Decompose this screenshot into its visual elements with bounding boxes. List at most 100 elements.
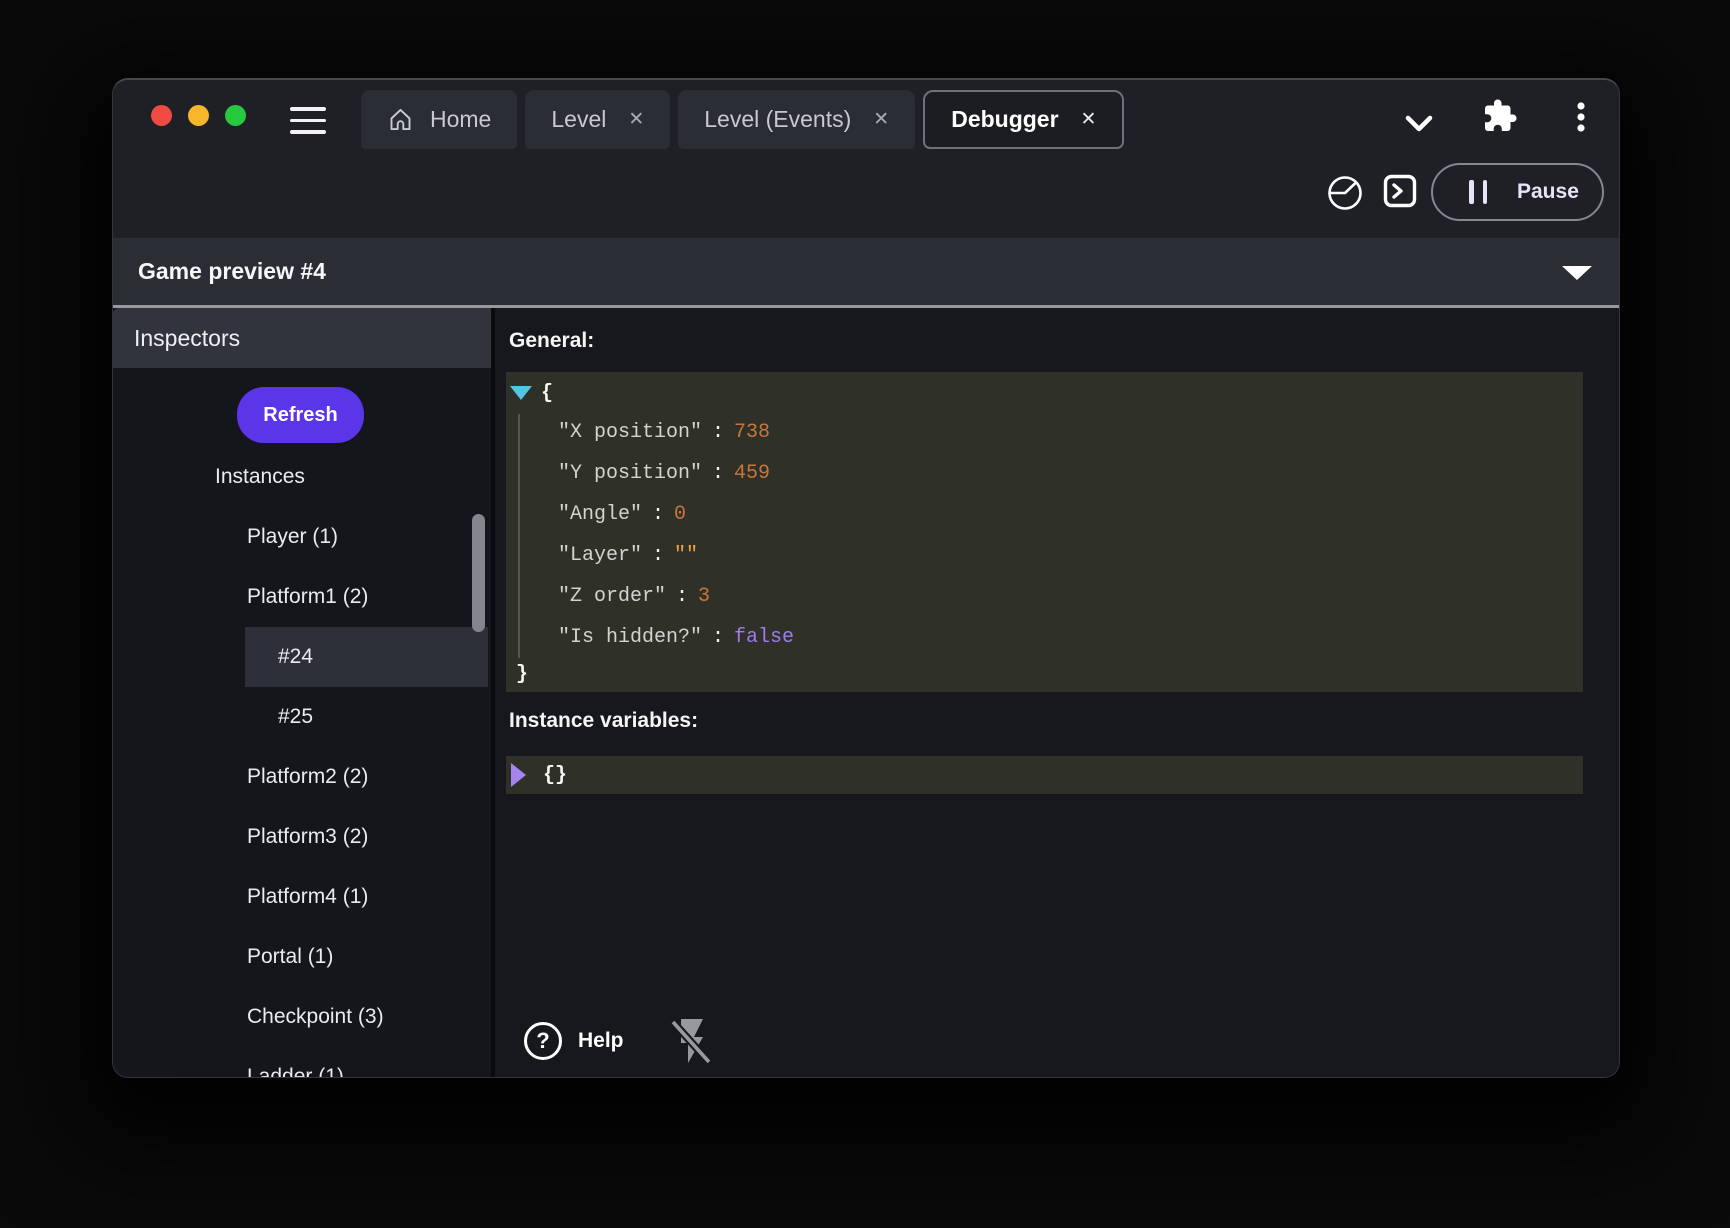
json-property-row: "Angle" : 0 [506,494,1583,535]
instances-tree-item-platform1-2[interactable]: Platform1 (2) [113,567,491,627]
json-property-row: "X position" : 738 [506,412,1583,453]
json-key: "Layer" [558,544,642,567]
json-value: 459 [734,462,770,485]
tab-bar: Home Level ✕ Level (Events) ✕ Debugger ✕ [361,90,1124,149]
json-value: 3 [698,585,710,608]
instance-variables-label: Instance variables: [509,708,1619,734]
instances-tree-item-24[interactable]: #24 [113,627,491,687]
instance-variables-viewer: {} [506,756,1583,794]
tab-label: Home [430,106,491,133]
debugger-content: Inspectors Refresh Instances Player (1) … [113,308,1619,1077]
zoom-window-button[interactable] [225,105,246,126]
instances-tree-item-label: Instances [215,465,305,489]
tab-level[interactable]: Level ✕ [525,90,670,149]
close-brace: } [516,663,528,686]
json-key: "Y position" [558,462,702,485]
json-value: 738 [734,421,770,444]
flash-off-icon[interactable] [664,1015,716,1067]
instances-tree-item-portal-1[interactable]: Portal (1) [113,927,491,987]
close-tab-icon[interactable]: ✕ [1081,108,1097,131]
close-window-button[interactable] [151,105,172,126]
instances-tree-item-platform2-2[interactable]: Platform2 (2) [113,747,491,807]
general-json-rows: "X position" : 738 "Y position" : 459 "A… [506,412,1583,658]
open-brace: { [541,382,553,405]
inspectors-sidebar: Inspectors Refresh Instances Player (1) … [113,308,491,1077]
home-icon [387,106,414,133]
help-label: Help [578,1029,624,1053]
instance-variables-value: {} [543,764,567,787]
instances-tree: Instances Player (1) Platform1 (2) #24 #… [113,447,491,1077]
instances-tree-item-label: Platform4 (1) [247,885,368,909]
tab-level-events[interactable]: Level (Events) ✕ [678,90,915,149]
json-separator: : [642,503,674,526]
extensions-icon[interactable] [1482,98,1518,134]
json-separator: : [642,544,674,567]
app-window: Home Level ✕ Level (Events) ✕ Debugger ✕ [112,78,1620,1078]
json-value: 0 [674,503,686,526]
debugger-toolbar: Pause [113,149,1619,238]
pause-button[interactable]: Pause [1431,163,1604,221]
pause-button-label: Pause [1517,180,1579,204]
main-menu-icon[interactable] [290,107,326,134]
console-icon[interactable] [1383,174,1417,208]
json-separator: : [702,421,734,444]
close-tab-icon[interactable]: ✕ [873,108,889,131]
general-section-label: General: [509,328,1619,354]
instances-tree-item-label: Platform3 (2) [247,825,368,849]
tab-label: Level (Events) [704,106,851,133]
inspectors-header-label: Inspectors [134,325,240,352]
json-value: "" [674,544,698,567]
profiler-icon[interactable] [1326,174,1364,212]
help-icon[interactable]: ? [524,1022,562,1060]
instances-tree-item-25[interactable]: #25 [113,687,491,747]
tab-home[interactable]: Home [361,90,517,149]
instances-tree-item-label: #25 [278,705,313,729]
more-options-icon[interactable] [1569,100,1593,134]
instances-tree-item-platform4-1[interactable]: Platform4 (1) [113,867,491,927]
game-preview-selector[interactable]: Game preview #4 [113,238,1619,308]
instances-tree-item-label: Player (1) [247,525,338,549]
pause-icon [1469,180,1487,204]
chevron-down-icon[interactable] [1405,112,1433,136]
inspector-detail-panel: General: { "X position" : 738 "Y positio… [495,308,1619,1077]
window-controls [151,105,246,126]
game-preview-title: Game preview #4 [138,258,326,285]
json-separator: : [702,462,734,485]
json-property-row: "Y position" : 459 [506,453,1583,494]
refresh-button[interactable]: Refresh [237,387,364,443]
indent-guide [518,414,520,658]
instances-tree-item-instances[interactable]: Instances [113,447,491,507]
instances-tree-item-label: #24 [278,645,313,669]
json-property-row: "Is hidden?" : false [506,617,1583,658]
instances-tree-item-ladder-1[interactable]: Ladder (1) [113,1047,491,1077]
instances-tree-item-label: Checkpoint (3) [247,1005,384,1029]
json-separator: : [702,626,734,649]
minimize-window-button[interactable] [188,105,209,126]
dropdown-caret-icon[interactable] [1562,266,1592,280]
general-json-viewer: { "X position" : 738 "Y position" : 459 … [506,372,1583,692]
instances-tree-item-label: Platform1 (2) [247,585,368,609]
expand-node-icon[interactable] [511,763,526,787]
collapse-node-icon[interactable] [510,386,532,400]
json-separator: : [666,585,698,608]
instances-tree-item-label: Platform2 (2) [247,765,368,789]
tab-label: Debugger [951,106,1058,133]
instances-tree-item-checkpoint-3[interactable]: Checkpoint (3) [113,987,491,1047]
json-property-row: "Z order" : 3 [506,576,1583,617]
titlebar: Home Level ✕ Level (Events) ✕ Debugger ✕ [113,80,1619,149]
json-key: "X position" [558,421,702,444]
tab-label: Level [551,106,606,133]
sidebar-scrollbar[interactable] [472,514,485,632]
tab-debugger[interactable]: Debugger ✕ [923,90,1124,149]
instances-tree-item-player-1[interactable]: Player (1) [113,507,491,567]
json-key: "Is hidden?" [558,626,702,649]
inspectors-header: Inspectors [113,308,491,368]
json-key: "Angle" [558,503,642,526]
instances-tree-item-platform3-2[interactable]: Platform3 (2) [113,807,491,867]
instances-tree-item-label: Portal (1) [247,945,333,969]
help-row: ? Help [524,1015,716,1067]
instances-tree-item-label: Ladder (1) [247,1065,344,1077]
screen: Home Level ✕ Level (Events) ✕ Debugger ✕ [0,0,1730,1228]
json-key: "Z order" [558,585,666,608]
close-tab-icon[interactable]: ✕ [628,108,644,131]
